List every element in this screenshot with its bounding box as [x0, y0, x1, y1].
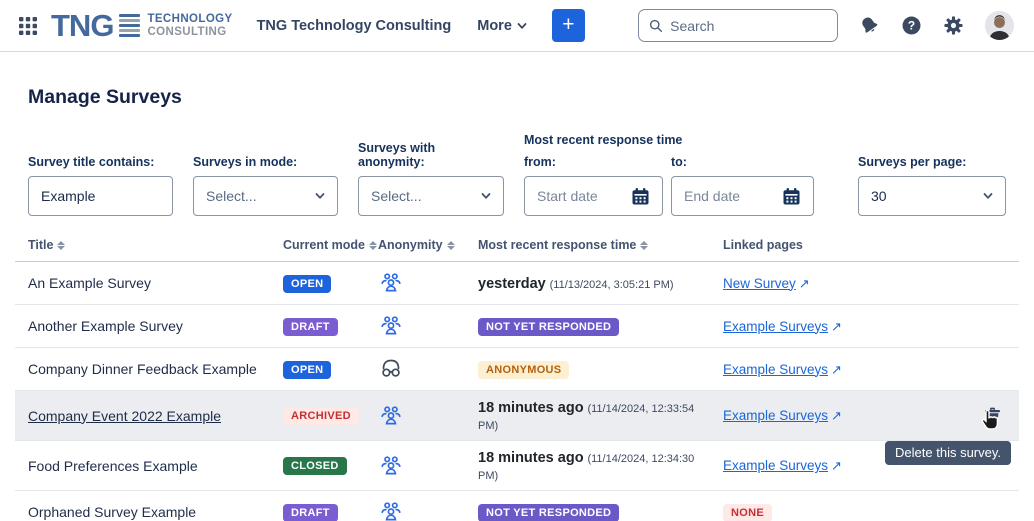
mode-badge: CLOSED [283, 457, 347, 475]
search-box[interactable] [638, 9, 838, 42]
tng-logo[interactable]: TNG TECHNOLOGY CONSULTING [51, 10, 233, 41]
calendar-icon[interactable] [631, 187, 650, 206]
mode-badge: ARCHIVED [283, 407, 359, 425]
start-date-input[interactable] [537, 188, 623, 204]
group-anonymity-icon [378, 403, 404, 429]
filter-title-label: Survey title contains: [28, 155, 173, 169]
chevron-down-icon [983, 191, 993, 201]
external-link-icon: ↗ [799, 276, 810, 292]
group-anonymity-icon [378, 313, 404, 339]
chevron-down-icon [315, 191, 325, 201]
table-row: Company Event 2022 Example ARCHIVED 18 m… [15, 391, 1019, 441]
column-header-linked-pages: Linked pages [723, 238, 963, 252]
search-input[interactable] [670, 18, 827, 34]
notifications-bell-icon[interactable] [859, 15, 880, 36]
group-anonymity-icon [378, 270, 404, 296]
linked-page-link[interactable]: Example Surveys [723, 319, 828, 334]
external-link-icon: ↗ [831, 319, 842, 335]
response-status-badge: ANONYMOUS [478, 361, 569, 379]
survey-title[interactable]: Orphaned Survey Example [28, 504, 196, 520]
linked-page-link[interactable]: Example Surveys [723, 458, 828, 473]
response-time: 18 minutes ago [478, 450, 584, 466]
chevron-down-icon [517, 21, 527, 31]
filter-title-input[interactable] [41, 188, 160, 204]
column-header-most-recent-response-time[interactable]: Most recent response time [478, 238, 723, 252]
column-header-current-mode[interactable]: Current mode [283, 238, 378, 252]
linked-page-link[interactable]: New Survey [723, 276, 796, 291]
logo-line2: CONSULTING [147, 26, 232, 39]
sort-icon[interactable] [57, 241, 65, 250]
filter-anonymity-label: Surveys with anonymity: [358, 141, 504, 169]
filter-mode-select[interactable]: Select... [193, 176, 338, 216]
chevron-down-icon [481, 191, 491, 201]
response-time: 18 minutes ago [478, 400, 584, 416]
mode-badge: OPEN [283, 361, 331, 379]
linked-page-link[interactable]: Example Surveys [723, 408, 828, 423]
response-time-group-label: Most recent response time [524, 133, 814, 147]
filter-mode-label: Surveys in mode: [193, 155, 338, 169]
filter-perpage-label: Surveys per page: [858, 155, 1006, 169]
group-anonymity-icon [378, 499, 404, 521]
mode-badge: DRAFT [283, 504, 338, 521]
logo-bars-icon [119, 14, 140, 37]
search-icon [649, 18, 663, 34]
linked-page-link[interactable]: Example Surveys [723, 362, 828, 377]
logo-wordmark: TNG [51, 10, 113, 41]
response-time-detail: (11/13/2024, 3:05:21 PM) [550, 279, 674, 291]
sort-icon[interactable] [369, 241, 377, 250]
tooltip: Delete this survey. [885, 441, 1011, 465]
mode-badge: DRAFT [283, 318, 338, 336]
table-row: Food Preferences Example CLOSED 18 minut… [15, 441, 1019, 491]
page-title: Manage Surveys [28, 86, 1006, 109]
trash-icon [983, 406, 1002, 426]
survey-title[interactable]: An Example Survey [28, 275, 151, 291]
logo-line1: TECHNOLOGY [147, 13, 232, 26]
mode-badge: OPEN [283, 275, 331, 293]
filter-from-date[interactable] [524, 176, 663, 216]
external-link-icon: ↗ [831, 362, 842, 378]
calendar-icon[interactable] [782, 187, 801, 206]
filter-perpage-select[interactable]: 30 [858, 176, 1006, 216]
sort-icon[interactable] [640, 241, 648, 250]
delete-survey-button[interactable] [982, 406, 1002, 426]
table-header-row: TitleCurrent modeAnonymityMost recent re… [15, 236, 1019, 262]
table-row: An Example Survey OPEN yesterday (11/13/… [15, 262, 1019, 305]
main-content: Manage Surveys Survey title contains: Su… [0, 86, 1034, 521]
survey-title[interactable]: Company Dinner Feedback Example [28, 361, 257, 377]
filter-from-label: from: [524, 155, 663, 169]
surveys-table: TitleCurrent modeAnonymityMost recent re… [28, 236, 1006, 521]
app-switcher-icon[interactable] [18, 16, 38, 36]
svg-text:?: ? [908, 19, 915, 33]
user-avatar[interactable] [985, 11, 1014, 40]
filter-to-label: to: [671, 155, 814, 169]
column-header-anonymity[interactable]: Anonymity [378, 238, 478, 252]
table-row: Another Example Survey DRAFT NOT YET RES… [15, 305, 1019, 348]
nav-more-label: More [477, 18, 512, 34]
table-row: Orphaned Survey Example DRAFT NOT YET RE… [15, 491, 1019, 521]
help-icon[interactable]: ? [901, 15, 922, 36]
filter-anonymity-select[interactable]: Select... [358, 176, 504, 216]
create-button[interactable]: + [552, 9, 585, 42]
survey-title[interactable]: Food Preferences Example [28, 458, 198, 474]
settings-gear-icon[interactable] [943, 15, 964, 36]
external-link-icon: ↗ [831, 458, 842, 474]
filter-to-date[interactable] [671, 176, 814, 216]
nav-more-menu[interactable]: More [477, 18, 527, 34]
table-row: Company Dinner Feedback Example OPEN ANO… [15, 348, 1019, 391]
response-status-badge: NOT YET RESPONDED [478, 504, 619, 521]
response-status-badge: NOT YET RESPONDED [478, 318, 619, 336]
group-anonymity-icon [378, 453, 404, 479]
column-header-title[interactable]: Title [28, 238, 283, 252]
filter-bar: Survey title contains: Surveys in mode: … [28, 133, 1006, 216]
app-header: TNG TECHNOLOGY CONSULTING TNG Technology… [0, 0, 1034, 52]
survey-title[interactable]: Company Event 2022 Example [28, 408, 221, 424]
external-link-icon: ↗ [831, 408, 842, 424]
nav-space-title[interactable]: TNG Technology Consulting [257, 18, 452, 34]
no-linked-page-badge: NONE [723, 504, 772, 521]
survey-title[interactable]: Another Example Survey [28, 318, 183, 334]
sort-icon[interactable] [447, 241, 455, 250]
response-time: yesterday [478, 276, 546, 292]
end-date-input[interactable] [684, 188, 774, 204]
anonymous-icon [378, 356, 404, 382]
